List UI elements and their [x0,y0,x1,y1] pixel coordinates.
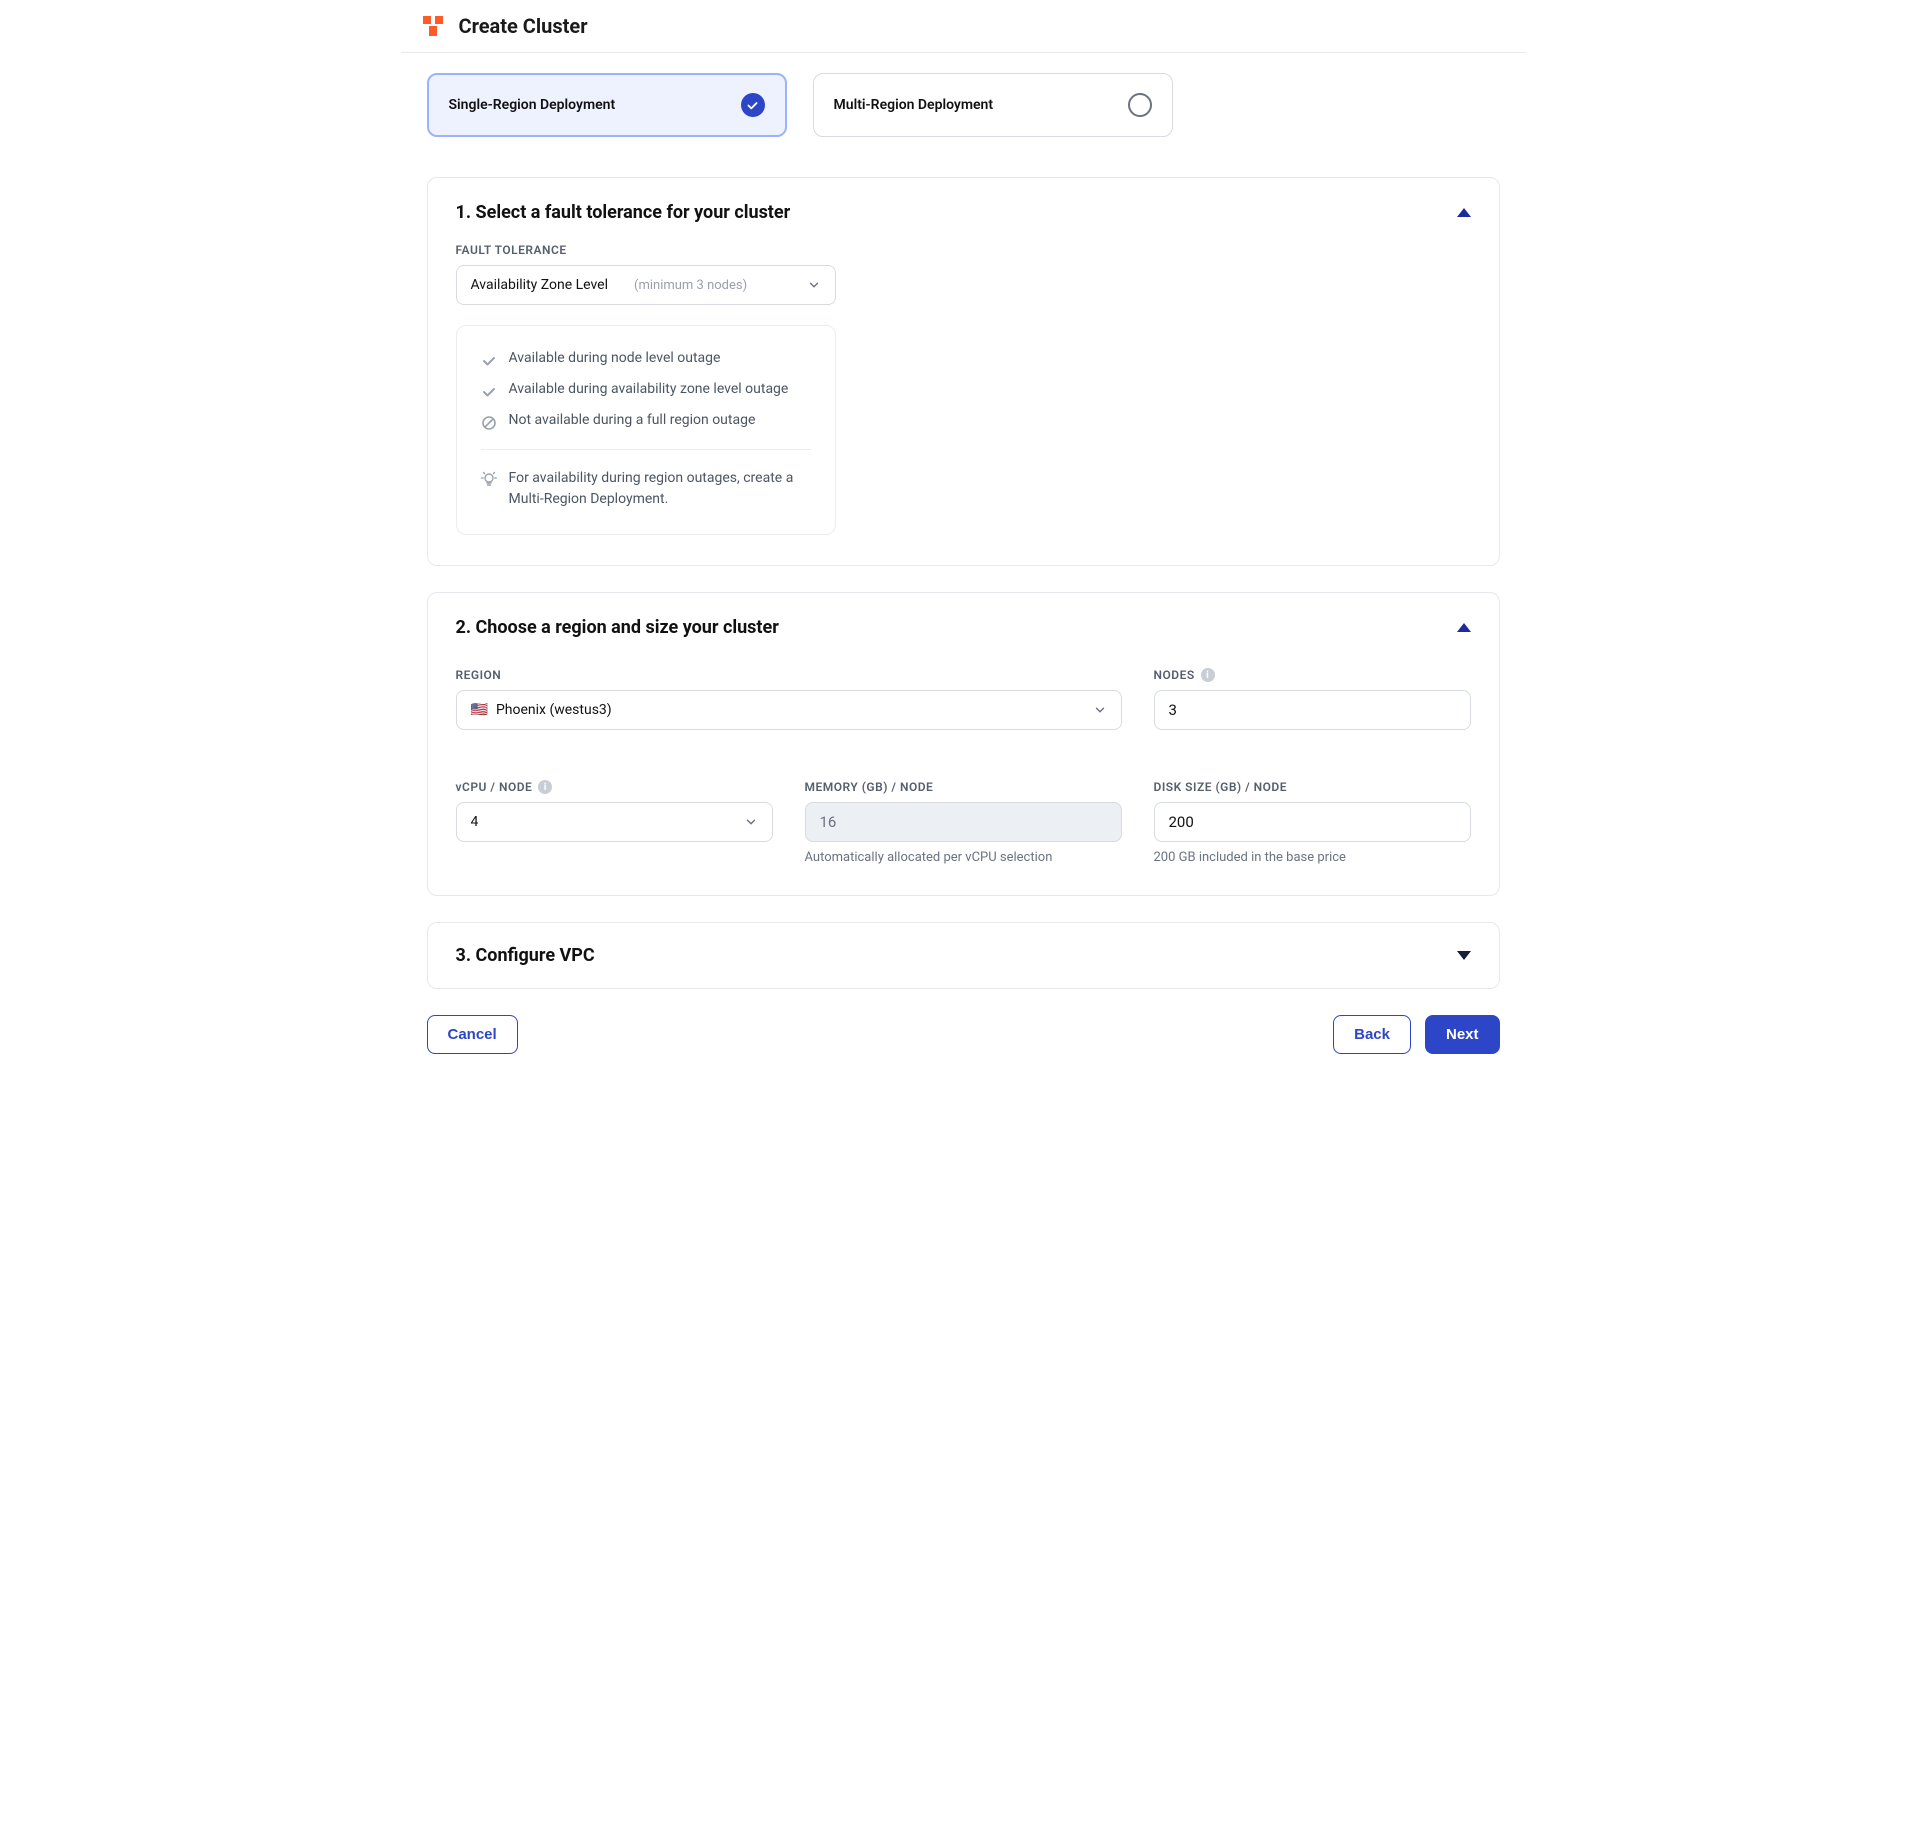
vpc-panel: 3. Configure VPC [427,922,1500,989]
panel-title: 1. Select a fault tolerance for your clu… [456,202,791,223]
fault-tolerance-panel: 1. Select a fault tolerance for your clu… [427,177,1500,566]
vpc-panel-header[interactable]: 3. Configure VPC [456,945,1471,966]
vcpu-value: 4 [471,814,479,830]
info-icon[interactable]: i [1201,668,1215,682]
cancel-button[interactable]: Cancel [427,1015,518,1054]
region-size-panel: 2. Choose a region and size your cluster… [427,592,1500,896]
vcpu-label: vCPU / NODE i [456,780,773,794]
fault-tolerance-panel-header[interactable]: 1. Select a fault tolerance for your clu… [456,202,1471,223]
ft-tip: For availability during region outages, … [509,468,811,510]
nodes-input[interactable]: 3 [1154,690,1471,730]
page-title: Create Cluster [459,14,588,38]
deployment-option-multi[interactable]: Multi-Region Deployment [813,73,1173,137]
fault-tolerance-summary: Available during node level outage Avail… [456,325,836,535]
check-icon [481,353,497,369]
fault-tolerance-hint: (minimum 3 nodes) [634,278,747,293]
nodes-label: NODES i [1154,668,1471,682]
expand-icon [1457,951,1471,960]
region-select[interactable]: 🇺🇸 Phoenix (westus3) [456,690,1122,730]
back-button[interactable]: Back [1333,1015,1411,1054]
chevron-down-icon [1093,703,1107,717]
panel-title: 2. Choose a region and size your cluster [456,617,779,638]
region-size-panel-header[interactable]: 2. Choose a region and size your cluster [456,617,1471,638]
disk-help: 200 GB included in the base price [1154,850,1471,865]
ft-bullet: Available during node level outage [509,350,721,366]
ft-bullet: Available during availability zone level… [509,381,789,397]
radio-unchecked-icon [1128,93,1152,117]
region-label: REGION [456,668,1122,682]
chevron-down-icon [744,815,758,829]
fault-tolerance-select[interactable]: Availability Zone Level (minimum 3 nodes… [456,265,836,305]
ft-bullet: Not available during a full region outag… [509,412,756,428]
next-button[interactable]: Next [1425,1015,1500,1054]
panel-title: 3. Configure VPC [456,945,595,966]
radio-checked-icon [741,93,765,117]
deployment-option-label: Single-Region Deployment [449,97,616,113]
vcpu-select[interactable]: 4 [456,802,773,842]
memory-input: 16 [805,802,1122,842]
chevron-down-icon [807,278,821,292]
lightbulb-icon [481,471,497,487]
collapse-icon [1457,208,1471,217]
flag-icon: 🇺🇸 [471,702,488,718]
deployment-option-label: Multi-Region Deployment [834,97,994,113]
memory-help: Automatically allocated per vCPU selecti… [805,850,1122,865]
disk-label: DISK SIZE (GB) / NODE [1154,780,1471,794]
collapse-icon [1457,623,1471,632]
not-available-icon [481,415,497,431]
info-icon[interactable]: i [538,780,552,794]
nodes-value: 3 [1169,701,1177,719]
check-icon [481,384,497,400]
region-value: Phoenix (westus3) [496,702,612,718]
deployment-option-single[interactable]: Single-Region Deployment [427,73,787,137]
fault-tolerance-label: FAULT TOLERANCE [456,243,1471,257]
brand-logo [419,14,447,38]
memory-value: 16 [820,813,837,831]
memory-label: MEMORY (GB) / NODE [805,780,1122,794]
fault-tolerance-value: Availability Zone Level [471,277,609,293]
divider [481,449,811,450]
disk-value: 200 [1169,813,1194,831]
disk-input[interactable]: 200 [1154,802,1471,842]
